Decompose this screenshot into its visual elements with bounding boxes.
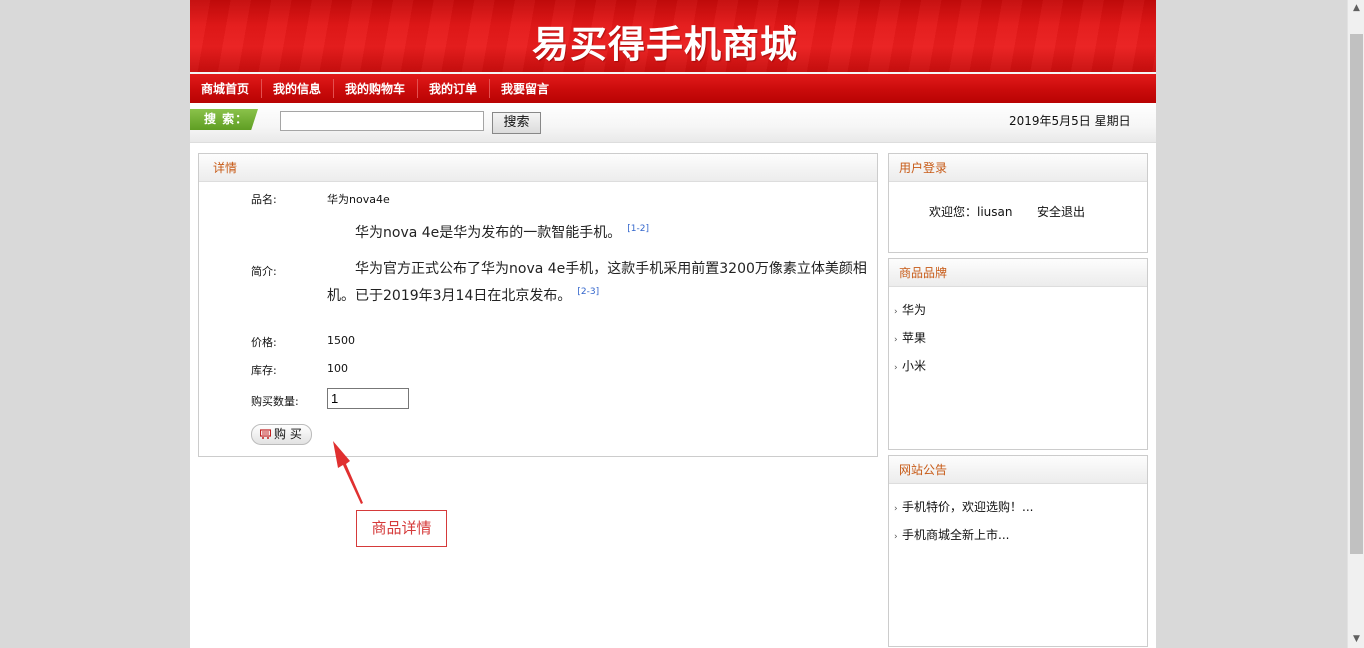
chevron-right-icon: › [894, 307, 898, 317]
page: 易买得手机商城 商城首页 我的信息 我的购物车 我的订单 我要留言 搜 索： 搜… [190, 0, 1156, 648]
nav-divider [333, 79, 334, 98]
user-login-panel: 用户登录 欢迎您：liusan 安全退出 [888, 153, 1148, 253]
product-name: 华为nova4e [327, 193, 390, 206]
product-intro: 华为官方正式公布了华为nova 4e手机，这款手机采用前置3200万像素立体美颜… [327, 258, 867, 308]
price-value: 1500 [327, 334, 355, 347]
product-intro-summary: 华为nova 4e是华为发布的一款智能手机。 [1-2] [327, 218, 867, 245]
brand-panel-title: 商品品牌 [889, 259, 1147, 287]
brand-item-label: 华为 [902, 303, 927, 317]
intro-summary-text: 华为nova 4e是华为发布的一款智能手机。 [355, 225, 622, 241]
chevron-right-icon: › [894, 335, 898, 345]
header-banner: 易买得手机商城 [190, 0, 1156, 72]
nav-divider [261, 79, 262, 98]
notice-panel: 网站公告 › 手机特价，欢迎选购！... › 手机商城全新上市... [888, 455, 1148, 647]
intro-text: 华为官方正式公布了华为nova 4e手机，这款手机采用前置3200万像素立体美颜… [327, 261, 867, 304]
nav-item-home[interactable]: 商城首页 [201, 80, 249, 97]
notice-item-label: 手机商城全新上市... [902, 528, 1010, 542]
login-panel-title: 用户登录 [889, 154, 1147, 182]
nav-item-message[interactable]: 我要留言 [501, 80, 549, 97]
stock-label: 库存: [251, 364, 277, 377]
chevron-right-icon: › [894, 504, 898, 514]
cart-icon [260, 429, 271, 439]
brand-item-apple[interactable]: › 苹果 [894, 329, 926, 346]
notice-panel-title: 网站公告 [889, 456, 1147, 484]
notice-item[interactable]: › 手机商城全新上市... [894, 526, 1009, 543]
quantity-label: 购买数量: [251, 395, 299, 408]
product-detail-panel: 详情 品名: 华为nova4e 华为nova 4e是华为发布的一款智能手机。 [1… [198, 153, 878, 457]
nav-divider [417, 79, 418, 98]
welcome-text: 欢迎您：liusan [929, 205, 1013, 219]
scroll-up-icon[interactable]: ▲ [1348, 0, 1364, 17]
reference-link[interactable]: [2-3] [577, 287, 599, 297]
product-name-label: 品名: [251, 193, 277, 206]
search-label: 搜 索： [190, 109, 258, 130]
search-button[interactable]: 搜索 [492, 112, 541, 134]
annotation-label: 商品详情 [356, 510, 447, 547]
chevron-right-icon: › [894, 532, 898, 542]
scrollbar-thumb[interactable] [1350, 34, 1363, 554]
buy-button[interactable]: 购 买 [251, 424, 312, 445]
stock-value: 100 [327, 362, 348, 375]
search-input[interactable] [280, 111, 484, 131]
detail-panel-title: 详情 [199, 154, 877, 182]
scroll-down-icon[interactable]: ▼ [1348, 631, 1364, 648]
main-nav: 商城首页 我的信息 我的购物车 我的订单 我要留言 [190, 72, 1156, 103]
nav-divider [489, 79, 490, 98]
brand-item-label: 小米 [902, 359, 927, 373]
product-intro-label: 简介: [251, 265, 277, 278]
nav-item-my-info[interactable]: 我的信息 [273, 80, 321, 97]
brand-item-xiaomi[interactable]: › 小米 [894, 357, 926, 374]
brand-panel: 商品品牌 › 华为 › 苹果 › 小米 [888, 258, 1148, 450]
site-title: 易买得手机商城 [532, 23, 798, 66]
nav-item-cart[interactable]: 我的购物车 [345, 80, 405, 97]
nav-item-orders[interactable]: 我的订单 [429, 80, 477, 97]
brand-item-huawei[interactable]: › 华为 [894, 301, 926, 318]
brand-item-label: 苹果 [902, 331, 927, 345]
current-date: 2019年5月5日 星期日 [1009, 114, 1131, 128]
logout-link[interactable]: 安全退出 [1037, 203, 1085, 220]
notice-item[interactable]: › 手机特价，欢迎选购！... [894, 498, 1033, 515]
quantity-input[interactable] [327, 388, 409, 409]
search-bar: 搜 索： 搜索 2019年5月5日 星期日 [190, 103, 1156, 143]
reference-link[interactable]: [1-2] [627, 224, 649, 234]
notice-item-label: 手机特价，欢迎选购！... [902, 500, 1034, 514]
chevron-right-icon: › [894, 363, 898, 373]
buy-button-label: 购 买 [274, 427, 302, 441]
vertical-scrollbar[interactable]: ▲ ▼ [1347, 0, 1364, 648]
annotation-arrow-icon [333, 441, 363, 504]
price-label: 价格: [251, 336, 277, 349]
